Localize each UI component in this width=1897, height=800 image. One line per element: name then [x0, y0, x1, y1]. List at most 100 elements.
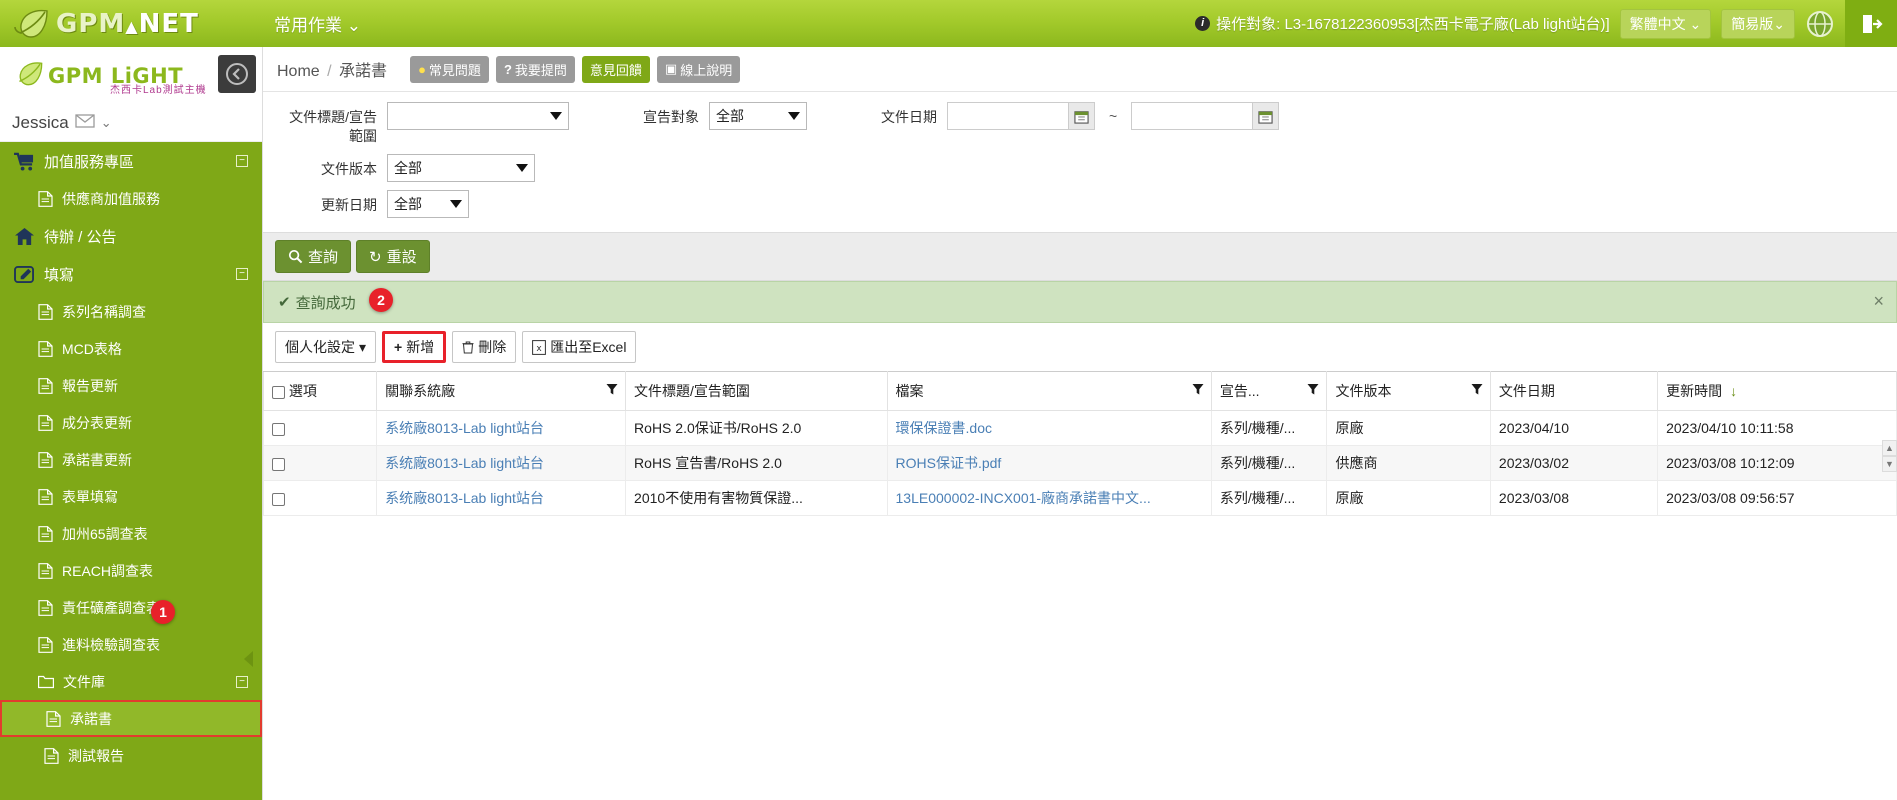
- factory-link[interactable]: 系统廠8013-Lab light站台: [385, 420, 544, 436]
- callout-marker-2: 2: [369, 288, 393, 312]
- add-button[interactable]: + 新增: [382, 331, 446, 363]
- scroll-up-button[interactable]: ▲: [1882, 440, 1897, 456]
- scroll-down-button[interactable]: ▼: [1882, 456, 1897, 472]
- sidebar-item-9[interactable]: 表單填寫: [0, 478, 262, 515]
- sidebar-item-5[interactable]: MCD表格: [0, 330, 262, 367]
- sidebar-item-8[interactable]: 承諾書更新: [0, 441, 262, 478]
- factory-link[interactable]: 系统廠8013-Lab light站台: [385, 490, 544, 506]
- sidebar-collapse-button[interactable]: [218, 55, 256, 93]
- table-column-header-5[interactable]: 文件版本: [1327, 372, 1490, 411]
- file-link[interactable]: ROHS保证书.pdf: [896, 455, 1002, 471]
- sidebar-item-1[interactable]: 供應商加值服務: [0, 180, 262, 217]
- table-column-label: 文件標題/宣告範圍: [634, 383, 750, 399]
- table-column-header-3[interactable]: 檔案: [887, 372, 1211, 411]
- breadcrumb-button-3[interactable]: ▣線上說明: [657, 56, 740, 83]
- cell-factory: 系统廠8013-Lab light站台: [377, 481, 626, 516]
- row-select-cell[interactable]: [264, 481, 377, 516]
- sidebar-item-label: REACH調查表: [62, 561, 153, 581]
- sort-desc-icon[interactable]: ↓: [1730, 383, 1737, 399]
- sidebar-item-0[interactable]: 加值服務專區−: [0, 142, 262, 180]
- table-column-header-7[interactable]: 更新時間↓: [1658, 372, 1897, 411]
- expander-icon[interactable]: −: [236, 268, 248, 280]
- update-date-value: 全部: [394, 194, 422, 214]
- globe-icon[interactable]: [1805, 9, 1835, 39]
- question-icon: ?: [504, 62, 512, 77]
- table-column-label: 關聯系統廠: [385, 383, 455, 399]
- filter-panel: 文件標題/宣告範圍 宣告對象 全部 文件日期: [263, 92, 1897, 232]
- expander-icon[interactable]: −: [236, 155, 248, 167]
- sidebar-item-13[interactable]: 進料檢驗調查表: [0, 626, 262, 663]
- delete-button[interactable]: 刪除: [452, 331, 516, 363]
- trash-icon: [462, 341, 474, 354]
- filter-icon[interactable]: [1307, 383, 1319, 399]
- alert-close-icon[interactable]: ×: [1873, 291, 1884, 312]
- operation-target-text: 操作對象: L3-1678122360953[杰西卡電子廠(Lab light站…: [1216, 13, 1610, 34]
- select-all-checkbox[interactable]: [272, 386, 285, 399]
- doc-date-to-input[interactable]: [1131, 102, 1253, 130]
- breadcrumb-button-2[interactable]: 意見回饋: [582, 56, 650, 83]
- delete-button-label: 刪除: [478, 337, 506, 357]
- reset-button[interactable]: ↻ 重設: [356, 240, 430, 273]
- sidebar-item-14[interactable]: 文件庫−: [0, 663, 262, 700]
- row-checkbox[interactable]: [272, 423, 285, 436]
- version-selector[interactable]: 簡易版⌄: [1721, 9, 1795, 39]
- table-column-header-4[interactable]: 宣告...: [1211, 372, 1327, 411]
- factory-link[interactable]: 系统廠8013-Lab light站台: [385, 455, 544, 471]
- table-row[interactable]: 系统廠8013-Lab light站台2010不使用有害物質保證...13LE0…: [264, 481, 1897, 516]
- sidebar-item-3[interactable]: 填寫 −: [0, 255, 262, 293]
- breadcrumb-home[interactable]: Home: [277, 63, 320, 80]
- sidebar-item-15[interactable]: 承諾書: [0, 700, 262, 737]
- chevron-down-icon: ⌄: [1773, 16, 1785, 32]
- table-column-label: 文件日期: [1499, 383, 1555, 399]
- table-column-header-1[interactable]: 關聯系統廠: [377, 372, 626, 411]
- export-excel-button[interactable]: x 匯出至Excel: [522, 331, 636, 363]
- personalize-settings-button[interactable]: 個人化設定 ▾: [275, 331, 376, 363]
- doc-date-from-input[interactable]: [947, 102, 1069, 130]
- table-row[interactable]: 系统廠8013-Lab light站台RoHS 宣告書/RoHS 2.0ROHS…: [264, 446, 1897, 481]
- sidebar-item-label: 成分表更新: [62, 413, 132, 433]
- row-checkbox[interactable]: [272, 458, 285, 471]
- doc-title-select[interactable]: [387, 102, 569, 130]
- calendar-icon[interactable]: [1069, 102, 1095, 130]
- calendar-icon[interactable]: [1253, 102, 1279, 130]
- row-select-cell[interactable]: [264, 411, 377, 446]
- sidebar-item-7[interactable]: 成分表更新: [0, 404, 262, 441]
- doc-icon: [38, 191, 53, 207]
- language-selector[interactable]: 繁體中文 ⌄: [1620, 9, 1712, 39]
- sidebar-item-12[interactable]: 責任礦產調查表: [0, 589, 262, 626]
- version-label: 簡易版: [1731, 16, 1773, 32]
- update-date-select[interactable]: 全部: [387, 190, 469, 218]
- cell-version: 供應商: [1327, 446, 1490, 481]
- table-column-header-2[interactable]: 文件標題/宣告範圍: [626, 372, 887, 411]
- sidebar-item-2[interactable]: 待辦 / 公告: [0, 217, 262, 255]
- user-menu[interactable]: Jessica ⌄: [0, 104, 262, 142]
- breadcrumb-button-1[interactable]: ?我要提問: [496, 56, 575, 83]
- announce-target-select[interactable]: 全部: [709, 102, 807, 130]
- filter-icon[interactable]: [1471, 383, 1483, 399]
- sidebar-item-16[interactable]: 測試報告: [0, 737, 262, 774]
- announce-target-value: 全部: [716, 106, 744, 126]
- sidebar-item-11[interactable]: REACH調查表: [0, 552, 262, 589]
- row-checkbox[interactable]: [272, 493, 285, 506]
- sidebar-item-10[interactable]: 加州65調查表: [0, 515, 262, 552]
- row-select-cell[interactable]: [264, 446, 377, 481]
- filter-icon[interactable]: [606, 383, 618, 399]
- table-row[interactable]: 系统廠8013-Lab light站台RoHS 2.0保证书/RoHS 2.0環…: [264, 411, 1897, 446]
- sidebar-item-label: 填寫: [44, 264, 74, 285]
- doc-version-select[interactable]: 全部: [387, 154, 535, 182]
- common-tasks-menu[interactable]: 常用作業 ⌄: [274, 11, 361, 36]
- sidebar: GPM LiGHT 杰西卡Lab測試主機 Jessica ⌄ 加值服務專區−供應…: [0, 47, 262, 800]
- breadcrumb-button-0[interactable]: ●常見問題: [410, 56, 489, 83]
- announce-target-label: 宣告對象: [569, 102, 709, 127]
- table-column-header-0[interactable]: 選項: [264, 372, 377, 411]
- table-column-header-6[interactable]: 文件日期: [1490, 372, 1657, 411]
- file-link[interactable]: 13LE000002-INCX001-廠商承諾書中文...: [896, 490, 1151, 506]
- sidebar-item-4[interactable]: 系列名稱調查: [0, 293, 262, 330]
- breadcrumb-button-label: 我要提問: [515, 60, 567, 79]
- filter-icon[interactable]: [1192, 383, 1204, 399]
- file-link[interactable]: 環保保證書.doc: [896, 420, 992, 436]
- sidebar-item-6[interactable]: 報告更新: [0, 367, 262, 404]
- logout-button[interactable]: [1845, 0, 1897, 47]
- search-button[interactable]: 查詢: [275, 240, 351, 273]
- expander-icon[interactable]: −: [236, 676, 248, 688]
